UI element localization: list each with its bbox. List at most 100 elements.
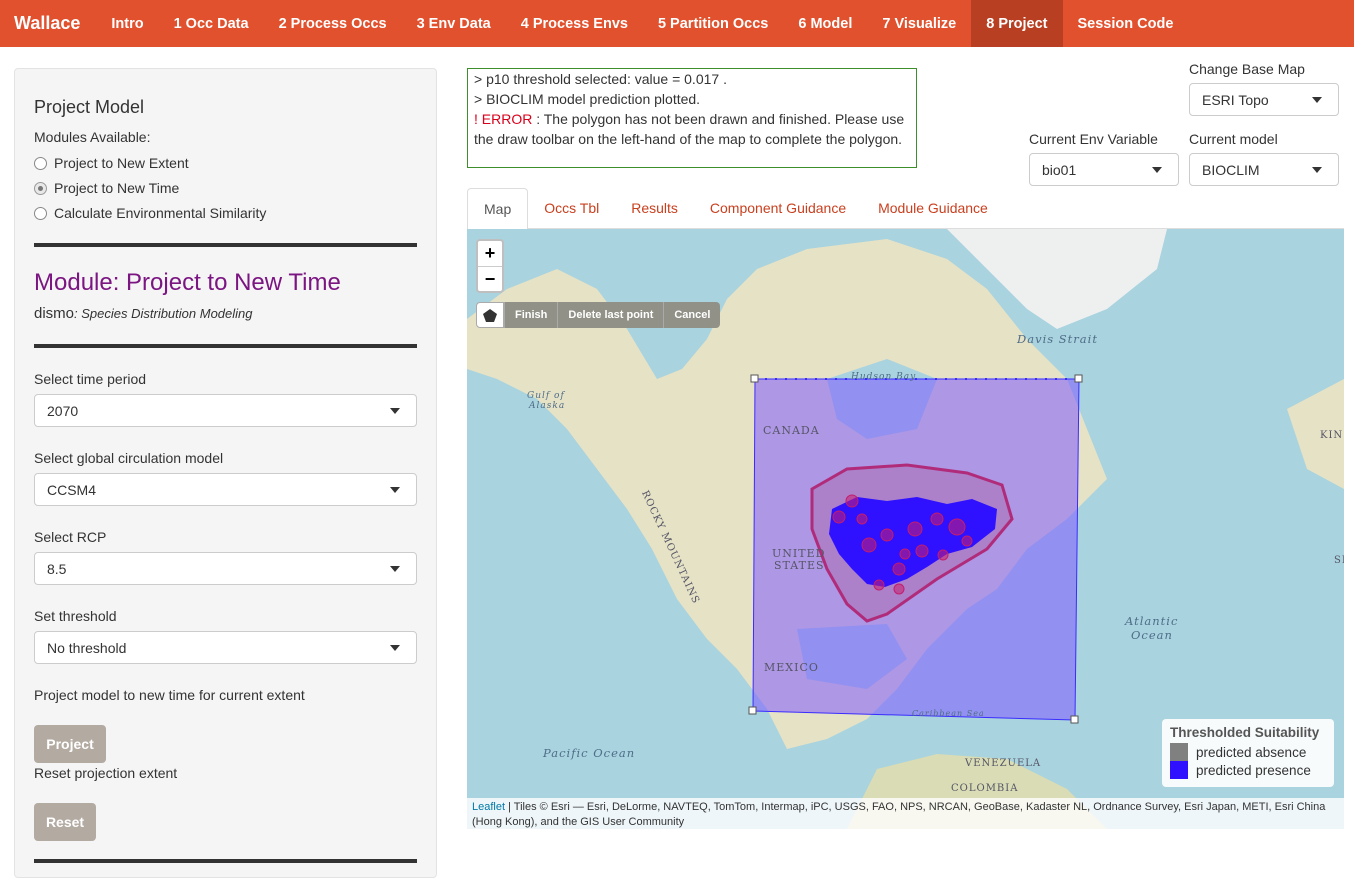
map-label-colombia: COLOMBIA [951,783,1019,794]
reset-description: Reset projection extent [34,765,178,781]
leaflet-link[interactable]: Leaflet [472,801,505,813]
gcm-label: Select global circulation model [34,450,224,466]
nav-env-data[interactable]: 3 Env Data [402,0,506,47]
map-label-caribbean: Caribbean Sea [912,709,985,718]
nav-project[interactable]: 8 Project [971,0,1063,47]
select-value: CCSM4 [47,481,97,498]
pentagon-icon [483,308,497,322]
caret-down-icon [1152,167,1162,173]
occurrence-point [930,512,944,526]
occurrence-point [832,510,846,524]
divider [34,859,417,863]
project-description: Project model to new time for current ex… [34,687,305,703]
draw-delete-last-point-button[interactable]: Delete last point [557,302,664,328]
gcm-select[interactable]: CCSM4 [34,473,417,506]
module-title: Module: Project to New Time [34,269,341,296]
caret-down-icon [1312,97,1322,103]
occurrence-point [892,562,906,576]
time-period-select[interactable]: 2070 [34,394,417,427]
map-view[interactable]: Davis Strait Hudson Bay Gulf of Alaska C… [467,229,1344,829]
map-label-sp: SP [1334,555,1344,566]
tab-component-guidance[interactable]: Component Guidance [694,188,862,228]
occurrence-point [915,544,929,558]
radio-new-extent[interactable]: Project to New Extent [34,155,189,171]
brand[interactable]: Wallace [0,0,96,47]
log-error: ! ERROR : The polygon has not been drawn… [474,109,910,149]
nav-occ-data[interactable]: 1 Occ Data [159,0,264,47]
legend-item: predicted presence [1170,761,1326,779]
map-label-atlantic: Atlantic [1125,614,1179,628]
polygon-vertex[interactable] [748,706,757,715]
map-label-mexico: MEXICO [764,661,819,674]
select-value: BIOCLIM [1202,161,1260,178]
zoom-control: + − [476,239,504,293]
select-value: bio01 [1042,161,1077,178]
log-line: > p10 threshold selected: value = 0.017 … [474,71,727,87]
occurrence-point [893,583,905,595]
radio-button[interactable] [34,181,47,195]
basemap-select[interactable]: ESRI Topo [1189,83,1339,116]
draw-cancel-button[interactable]: Cancel [663,302,721,328]
nav-process-envs[interactable]: 4 Process Envs [506,0,643,47]
threshold-select[interactable]: No threshold [34,631,417,664]
tab-results[interactable]: Results [615,188,694,228]
env-variable-select[interactable]: bio01 [1029,153,1179,186]
rcp-select[interactable]: 8.5 [34,552,417,585]
occurrence-point [948,518,966,536]
map-label-pacific: Pacific Ocean [543,746,636,760]
caret-down-icon [390,487,400,493]
map-label-kin: KIN [1320,430,1344,441]
caret-down-icon [390,566,400,572]
zoom-out-button[interactable]: − [478,266,502,291]
project-button[interactable]: Project [34,725,106,763]
legend-swatch [1170,743,1188,761]
radio-env-similarity[interactable]: Calculate Environmental Similarity [34,205,266,221]
log-line: > BIOCLIM model prediction plotted. [474,91,701,107]
map-label-davis: Davis Strait [1017,332,1098,346]
draw-toolbar: Finish Delete last point Cancel [476,302,721,328]
nav-process-occs[interactable]: 2 Process Occs [264,0,402,47]
navbar: Wallace Intro 1 Occ Data 2 Process Occs … [0,0,1354,47]
radio-label: Calculate Environmental Similarity [54,205,267,221]
occurrence-point [873,579,885,591]
nav-partition-occs[interactable]: 5 Partition Occs [643,0,783,47]
polygon-vertex[interactable] [750,374,759,383]
attribution-text: | Tiles © Esri — Esri, DeLorme, NAVTEQ, … [472,801,1326,828]
env-variable-label: Current Env Variable [1029,131,1158,147]
zoom-in-button[interactable]: + [478,241,502,266]
map-label-venezuela: VENEZUELA [965,758,1042,769]
divider [34,344,417,348]
polygon-draw-button[interactable] [476,302,504,328]
radio-button[interactable] [34,156,47,170]
map-label-states: STATES [774,559,825,572]
nav-session-code[interactable]: Session Code [1063,0,1189,47]
legend-label: predicted absence [1196,744,1307,760]
legend-swatch [1170,761,1188,779]
package-name: dismo [34,305,75,322]
occurrence-point [845,494,859,508]
tab-module-guidance[interactable]: Module Guidance [862,188,1004,228]
occurrence-point [861,537,877,553]
legend-item: predicted absence [1170,743,1326,761]
nav-visualize[interactable]: 7 Visualize [867,0,971,47]
occurrence-point [961,535,973,547]
error-tag: ! ERROR [474,111,533,127]
current-model-select[interactable]: BIOCLIM [1189,153,1339,186]
radio-label: Project to New Time [54,180,180,196]
nav-model[interactable]: 6 Model [783,0,867,47]
caret-down-icon [390,408,400,414]
polygon-vertex[interactable] [1074,374,1083,383]
log-window: > p10 threshold selected: value = 0.017 … [467,68,917,168]
tab-map[interactable]: Map [467,188,529,230]
nav-intro[interactable]: Intro [96,0,158,47]
basemap-label: Change Base Map [1189,61,1305,77]
radio-button[interactable] [34,206,47,220]
draw-finish-button[interactable]: Finish [504,302,558,328]
sidebar-title: Project Model [34,97,145,117]
reset-button[interactable]: Reset [34,803,96,841]
legend-title: Thresholded Suitability [1170,725,1320,740]
tab-occs-tbl[interactable]: Occs Tbl [528,188,615,228]
package-desc: : Species Distribution Modeling [74,306,253,321]
polygon-vertex[interactable] [1070,715,1079,724]
radio-new-time[interactable]: Project to New Time [34,180,179,196]
